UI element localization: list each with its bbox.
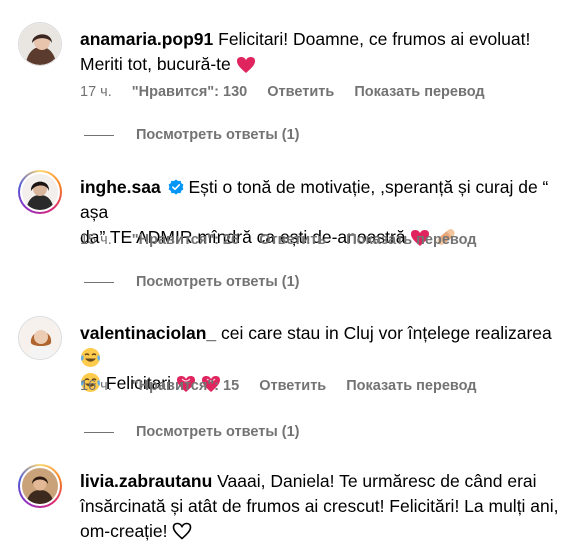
- comment-body-cont: însărcinată și atât de frumos ai crescut…: [80, 496, 559, 516]
- username[interactable]: valentinaciolan_: [80, 323, 216, 343]
- avatar[interactable]: [18, 316, 62, 360]
- comment-meta: 17 ч. "Нравится": 130 Ответить Показать …: [80, 84, 501, 100]
- comment-meta: 16 ч. "Нравится": 15 Ответить Показать п…: [80, 378, 493, 394]
- comment-text: livia.zabrautanu Vaaai, Daniela! Te urmă…: [80, 469, 560, 544]
- avatar[interactable]: [18, 22, 62, 66]
- timestamp: 15 ч.: [80, 232, 112, 248]
- comment-body: cei care stau in Cluj vor înțelege reali…: [221, 323, 552, 343]
- comment-text: anamaria.pop91 Felicitari! Doamne, ce fr…: [80, 27, 560, 77]
- verified-badge-icon: [168, 179, 184, 195]
- likes-count[interactable]: "Нравится": 26: [132, 232, 239, 248]
- timestamp: 17 ч.: [80, 84, 112, 100]
- joy-emoji-icon: [81, 348, 100, 367]
- avatar[interactable]: [18, 464, 62, 508]
- avatar[interactable]: [18, 170, 62, 214]
- heart-outline-icon[interactable]: [172, 522, 192, 540]
- replies-divider: [84, 134, 114, 136]
- timestamp: 16 ч.: [80, 378, 112, 394]
- username[interactable]: livia.zabrautanu: [80, 471, 212, 491]
- view-replies-label: Посмотреть ответы (1): [136, 274, 300, 290]
- replies-divider: [84, 281, 114, 283]
- username[interactable]: anamaria.pop91: [80, 29, 213, 49]
- red-heart-icon: [236, 57, 255, 73]
- view-replies-label: Посмотреть ответы (1): [136, 424, 300, 440]
- view-replies-label: Посмотреть ответы (1): [136, 127, 300, 143]
- comment-body-end: om-creație!: [80, 521, 168, 541]
- comment-meta: 15 ч. "Нравится": 26 Ответить Показать п…: [80, 232, 493, 248]
- view-replies-button[interactable]: Посмотреть ответы (1): [84, 424, 300, 440]
- translate-button[interactable]: Показать перевод: [346, 378, 476, 394]
- view-replies-button[interactable]: Посмотреть ответы (1): [84, 274, 300, 290]
- replies-divider: [84, 431, 114, 433]
- translate-button[interactable]: Показать перевод: [346, 232, 476, 248]
- comment-body: Vaaai, Daniela! Te urmăresc de când erai: [217, 471, 537, 491]
- likes-count[interactable]: "Нравится": 15: [132, 378, 239, 394]
- likes-count[interactable]: "Нравится": 130: [132, 84, 247, 100]
- username[interactable]: inghe.saa: [80, 177, 161, 197]
- reply-button[interactable]: Ответить: [259, 232, 326, 248]
- reply-button[interactable]: Ответить: [259, 378, 326, 394]
- view-replies-button[interactable]: Посмотреть ответы (1): [84, 127, 300, 143]
- reply-button[interactable]: Ответить: [267, 84, 334, 100]
- translate-button[interactable]: Показать перевод: [354, 84, 484, 100]
